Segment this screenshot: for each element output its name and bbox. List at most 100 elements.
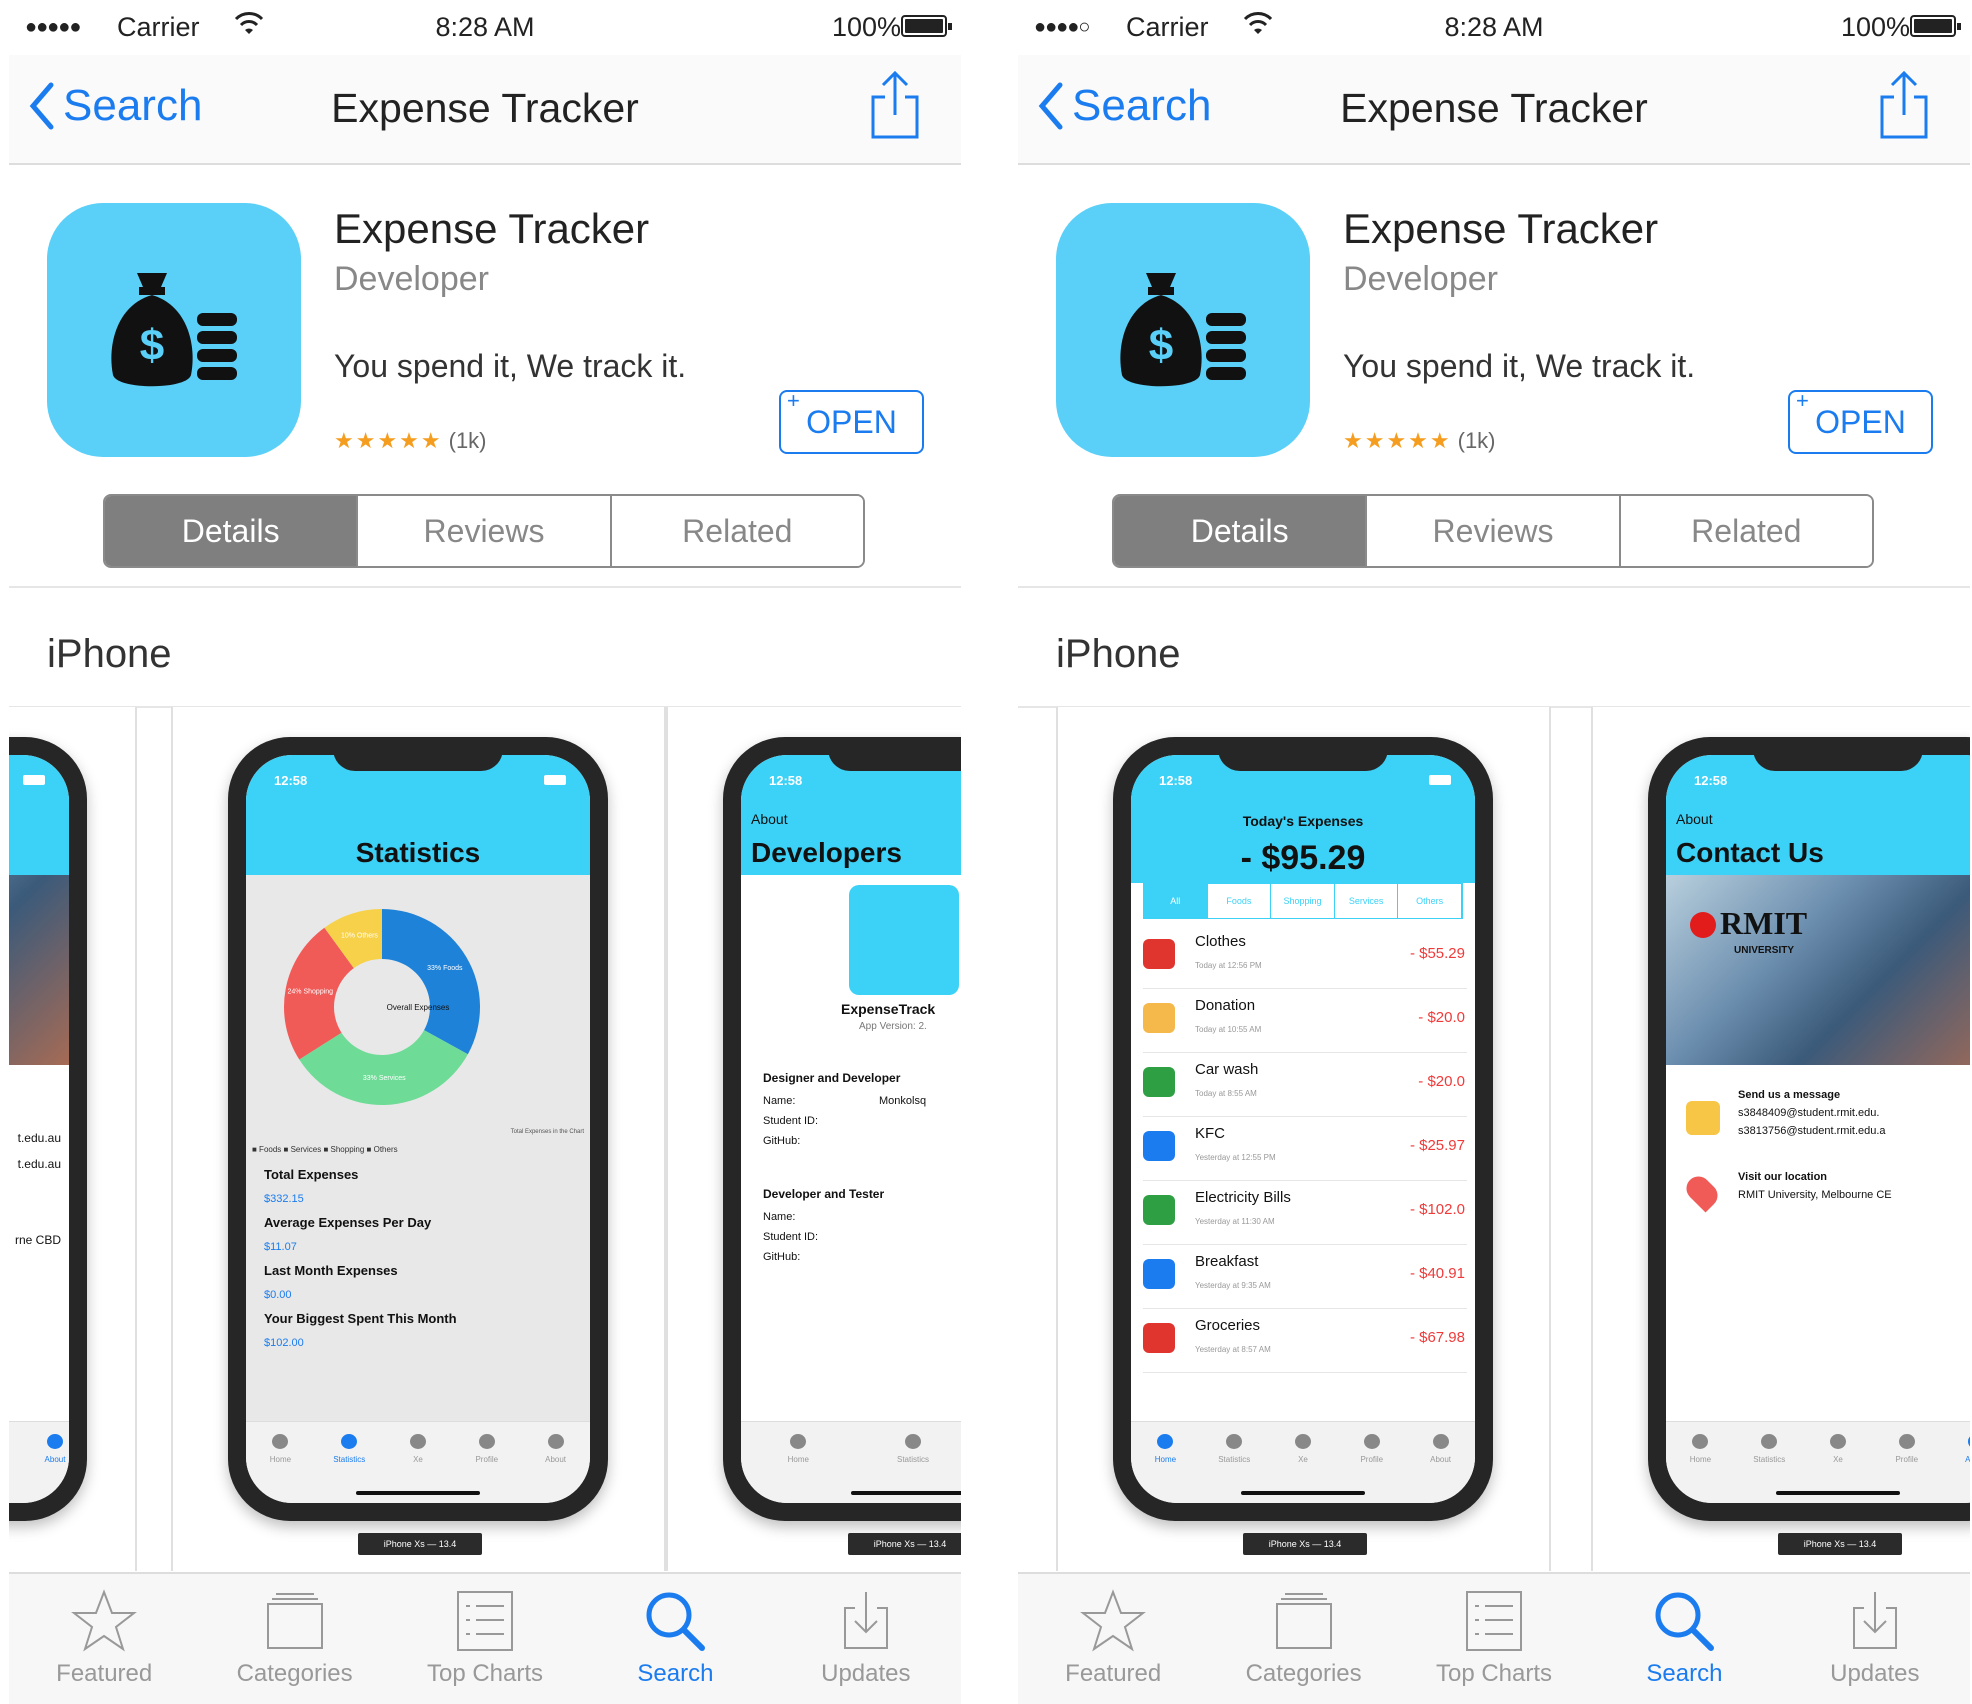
tab-label: Featured: [1065, 1660, 1162, 1687]
profile-icon: [1898, 1434, 1915, 1449]
stat-label: Your Biggest Spent This Month: [264, 1311, 457, 1326]
app-tagline: You spend it, We track it.: [334, 348, 687, 384]
screenshot-gallery[interactable]: 12:58 Today's Expenses - $95.29 All Food…: [1018, 707, 1970, 1571]
open-button[interactable]: + OPEN: [1788, 388, 1933, 454]
open-label: OPEN: [806, 403, 897, 440]
status-bar: ●●●●○ Carrier 8:28 AM 100%: [1018, 0, 1970, 55]
expense-row[interactable]: Electricity Bills Yesterday at 11:30 AM - …: [1143, 1181, 1467, 1245]
expense-amount: - $67.98: [1409, 1329, 1465, 1346]
svg-text:$: $: [1149, 321, 1173, 370]
categories-icon: [1275, 1593, 1332, 1649]
screen-tab-bar: About: [9, 1421, 69, 1503]
tab-categories[interactable]: Categories: [1208, 1574, 1398, 1704]
screen-header: 12:58 Today's Expenses - $95.29: [1131, 755, 1475, 883]
home-icon: [272, 1434, 289, 1449]
tab-label: Categories: [236, 1660, 353, 1687]
dev-app-version: App Version: 2.: [859, 1021, 927, 1032]
search-icon: [1655, 1592, 1715, 1651]
screenshot-card-statistics: 12:58 Statistics 33% Foods 33% Services 24…: [171, 707, 666, 1571]
gear-icon: [409, 1434, 426, 1449]
share-button[interactable]: [867, 69, 923, 146]
location-title: Visit our location: [1738, 1171, 1828, 1183]
tab-search[interactable]: Search: [580, 1574, 770, 1704]
rating-count: (1k): [448, 428, 487, 453]
device-label: iPhone Xs — 13.4: [848, 1533, 961, 1555]
segment-details[interactable]: Details: [105, 496, 359, 566]
location-line: rne CBD: [14, 1233, 61, 1247]
battery-icon: [23, 775, 45, 785]
tab-categories[interactable]: Categories: [199, 1574, 389, 1704]
tab-featured[interactable]: Featured: [1018, 1574, 1208, 1704]
tab-updates[interactable]: Updates: [1780, 1574, 1970, 1704]
email-line[interactable]: s3848409@student.rmit.edu.: [1738, 1107, 1879, 1119]
expense-name: Donation: [1195, 997, 1256, 1014]
tab-search[interactable]: Search: [1589, 1574, 1779, 1704]
expense-row[interactable]: Clothes Today at 12:56 PM - $55.29: [1143, 925, 1467, 989]
screenshot-gallery[interactable]: t.edu.au t.edu.au rne CBD About 12:58 St…: [9, 707, 961, 1571]
stat-label: Total Expenses: [264, 1167, 359, 1182]
device-label: iPhone Xs — 13.4: [1778, 1533, 1902, 1555]
battery-icon: [901, 15, 952, 37]
email-line[interactable]: s3813756@student.rmit.edu.a: [1738, 1125, 1886, 1137]
screen-title: Contact Us: [1676, 837, 1824, 868]
home-icon: [1692, 1434, 1709, 1449]
expense-row[interactable]: Breakfast Yesterday at 9:35 AM - $40.91: [1143, 1245, 1467, 1309]
segment-details[interactable]: Details: [1114, 496, 1368, 566]
screenshot-card-contact: 12:58 About Contact Us RMIT UNIVERSITY S…: [1591, 707, 1970, 1571]
star-icon: [71, 1589, 138, 1652]
contact-lines: t.edu.au t.edu.au rne CBD: [15, 1125, 61, 1253]
screen-title: Developers: [751, 837, 902, 868]
expense-name: Groceries: [1195, 1317, 1261, 1334]
tab-label: Search: [637, 1660, 714, 1687]
phone-frame: 12:58 Statistics 33% Foods 33% Services 24…: [228, 737, 608, 1521]
filter-all[interactable]: All: [1144, 884, 1208, 918]
expense-time: Yesterday at 9:35 AM: [1195, 1281, 1271, 1290]
category-icon: [1143, 1003, 1175, 1033]
expense-row[interactable]: Groceries Yesterday at 8:57 AM - $67.98: [1143, 1309, 1467, 1373]
category-icon: [1143, 1131, 1175, 1161]
gear-icon: [1294, 1434, 1311, 1449]
section-title: iPhone: [47, 632, 172, 676]
home-indicator: [1241, 1491, 1365, 1495]
expense-row[interactable]: Car wash Today at 8:55 AM - $20.0: [1143, 1053, 1467, 1117]
building-image: RMIT UNIVERSITY: [1666, 875, 1970, 1065]
stat-value: $332.15: [264, 1193, 304, 1205]
app-store-tab-bar: Featured Categories Top Charts Search Up…: [9, 1572, 961, 1704]
mini-app-icon: [849, 885, 959, 995]
expense-row[interactable]: KFC Yesterday at 12:55 PM - $25.97: [1143, 1117, 1467, 1181]
search-icon: [646, 1592, 706, 1651]
divider: [1018, 586, 1970, 588]
tab-updates[interactable]: Updates: [771, 1574, 961, 1704]
developer-name[interactable]: Developer: [1343, 260, 1498, 299]
tab-top-charts[interactable]: Top Charts: [390, 1574, 580, 1704]
open-button[interactable]: + OPEN: [779, 388, 924, 454]
stat-value: $11.07: [264, 1241, 297, 1253]
star-icon: [1080, 1589, 1147, 1652]
segment-related[interactable]: Related: [1620, 496, 1872, 566]
share-icon: [871, 70, 919, 139]
app-name: Expense Tracker: [334, 205, 650, 252]
developer-name[interactable]: Developer: [334, 260, 489, 299]
app-icon: $: [1056, 203, 1310, 457]
dev-field-label: Name:: [763, 1211, 796, 1223]
screen-header: [9, 755, 69, 875]
filter-shopping[interactable]: Shopping: [1271, 884, 1335, 918]
expense-row[interactable]: Donation Today at 10:55 AM - $20.0: [1143, 989, 1467, 1053]
tab-featured[interactable]: Featured: [9, 1574, 199, 1704]
screenshot-card-contact-partial: t.edu.au t.edu.au rne CBD About: [9, 707, 137, 1571]
segment-reviews[interactable]: Reviews: [358, 496, 612, 566]
share-button[interactable]: [1876, 69, 1932, 146]
tab-top-charts[interactable]: Top Charts: [1399, 1574, 1589, 1704]
dev-field-label: Name:: [763, 1095, 796, 1107]
filter-others[interactable]: Others: [1398, 884, 1462, 918]
tab-label: Search: [1646, 1660, 1723, 1687]
segment-related[interactable]: Related: [611, 496, 863, 566]
email-line: t.edu.au: [17, 1131, 61, 1145]
segment-reviews[interactable]: Reviews: [1367, 496, 1621, 566]
filter-services[interactable]: Services: [1334, 884, 1399, 918]
stat-label: Average Expenses Per Day: [264, 1215, 432, 1230]
tab-label: Updates: [1830, 1660, 1920, 1687]
dev-field-label: Student ID:: [763, 1231, 819, 1243]
location-value[interactable]: RMIT University, Melbourne CE: [1738, 1189, 1892, 1201]
filter-foods[interactable]: Foods: [1207, 884, 1272, 918]
